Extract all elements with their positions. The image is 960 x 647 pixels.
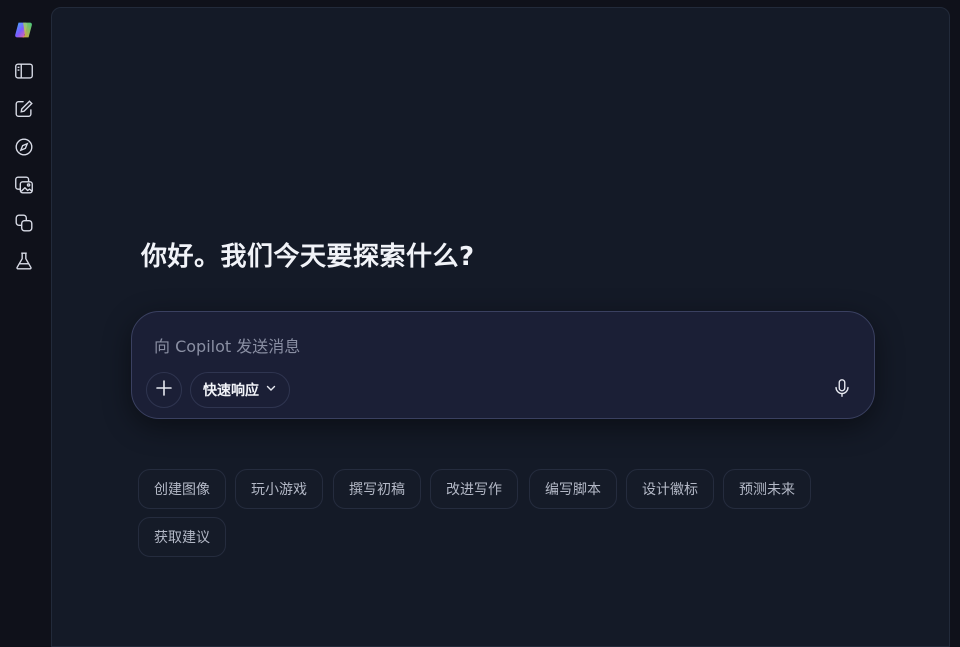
add-attachment-button[interactable]	[146, 372, 182, 408]
message-composer: 快速响应	[131, 311, 875, 419]
microphone-icon	[831, 377, 853, 403]
new-chat-icon	[13, 98, 35, 124]
suggestion-chip[interactable]: 创建图像	[138, 469, 226, 509]
main-panel: 你好。我们今天要探索什么? 快速响应	[51, 7, 950, 647]
response-mode-label: 快速响应	[203, 383, 259, 399]
sidebar-toggle-button[interactable]	[8, 57, 40, 89]
suggestion-chip[interactable]: 撰写初稿	[333, 469, 421, 509]
labs-flask-icon	[13, 250, 35, 276]
labs-button[interactable]	[8, 247, 40, 279]
suggestion-chip[interactable]: 获取建议	[138, 517, 226, 557]
copilot-logo-button[interactable]	[8, 16, 40, 48]
suggestion-chip[interactable]: 改进写作	[430, 469, 518, 509]
new-chat-button[interactable]	[8, 95, 40, 127]
discover-compass-icon	[13, 136, 35, 162]
copilot-logo-icon	[13, 19, 35, 45]
pages-button[interactable]	[8, 209, 40, 241]
plus-icon	[154, 378, 174, 402]
response-mode-dropdown[interactable]: 快速响应	[190, 372, 290, 408]
suggestion-chip[interactable]: 预测未来	[723, 469, 811, 509]
left-sidebar	[0, 0, 48, 640]
chevron-down-icon	[265, 382, 277, 398]
greeting-heading: 你好。我们今天要探索什么?	[141, 242, 475, 272]
suggestion-chip[interactable]: 编写脚本	[529, 469, 617, 509]
discover-button[interactable]	[8, 133, 40, 165]
message-input[interactable]	[152, 332, 836, 360]
suggestion-chip[interactable]: 设计徽标	[626, 469, 714, 509]
sidebar-toggle-icon	[13, 60, 35, 86]
pages-copy-icon	[13, 212, 35, 238]
images-button[interactable]	[8, 171, 40, 203]
voice-input-button[interactable]	[824, 372, 860, 408]
image-gallery-icon	[13, 174, 35, 200]
suggestion-chip[interactable]: 玩小游戏	[235, 469, 323, 509]
